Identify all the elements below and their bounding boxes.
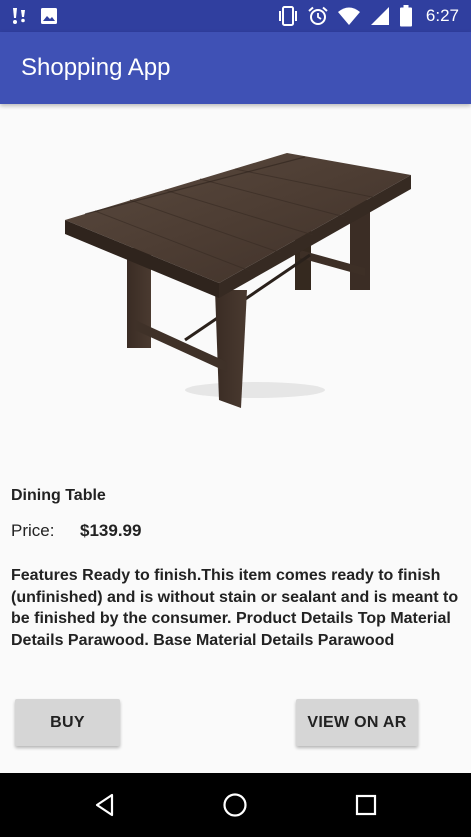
view-on-ar-button[interactable]: VIEW ON AR xyxy=(296,699,418,746)
vibrate-icon xyxy=(277,6,299,26)
status-bar: 6:27 xyxy=(0,0,471,32)
notification-icon xyxy=(10,6,28,26)
price-row: Price: $139.99 xyxy=(11,521,141,541)
home-icon[interactable] xyxy=(221,791,249,819)
screen: 6:27 Shopping App Dining Table Price: $1… xyxy=(0,0,471,837)
product-name: Dining Table xyxy=(11,487,106,504)
signal-icon xyxy=(370,6,390,26)
price-value: $139.99 xyxy=(80,521,142,540)
app-bar: Shopping App xyxy=(0,32,471,104)
recents-icon[interactable] xyxy=(352,791,380,819)
price-label: Price: xyxy=(11,521,55,540)
buy-button[interactable]: BUY xyxy=(15,699,120,746)
battery-icon xyxy=(399,5,413,27)
alarm-icon xyxy=(308,6,328,26)
product-description: Features Ready to finish.This item comes… xyxy=(11,567,459,649)
app-title: Shopping App xyxy=(21,54,171,81)
back-icon[interactable] xyxy=(91,791,119,819)
navigation-bar xyxy=(0,773,471,837)
wifi-icon xyxy=(337,6,361,26)
status-time: 6:27 xyxy=(425,6,459,25)
dining-table-image xyxy=(55,140,425,430)
image-icon xyxy=(40,7,58,25)
